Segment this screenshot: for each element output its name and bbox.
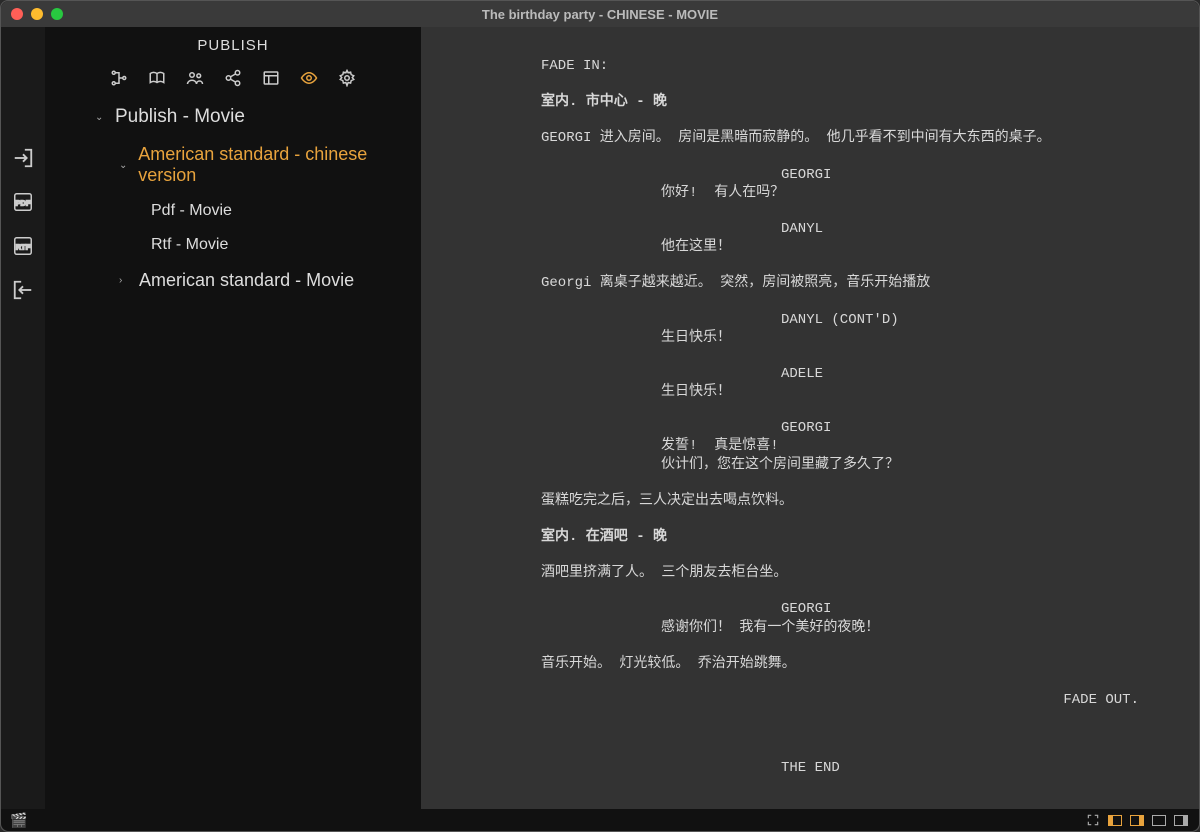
- svg-text:PDF: PDF: [16, 199, 31, 208]
- publish-tree: ⌄ Publish - Movie ⌄ American standard - …: [45, 98, 421, 299]
- dialogue-line: 生日快乐！: [661, 383, 1019, 401]
- svg-text:RTF: RTF: [16, 243, 31, 252]
- export-icon[interactable]: [10, 277, 36, 303]
- tree-item-label: Publish - Movie: [115, 106, 245, 128]
- sidebar: PUBLISH: [45, 27, 421, 809]
- dialogue-line: 他在这里！: [661, 238, 1019, 256]
- scene-heading: 室内. 市中心 - 晚: [541, 93, 1139, 111]
- layout-left-panel-icon[interactable]: [1107, 813, 1123, 827]
- character-cue: GEORGI: [781, 600, 1139, 618]
- character-cue: DANYL (CONT'D): [781, 311, 1139, 329]
- tree-item-label: American standard - chinese version: [138, 144, 411, 186]
- clapperboard-icon[interactable]: 🎬: [11, 813, 27, 827]
- window-close-button[interactable]: [11, 8, 23, 20]
- action-line: 酒吧里挤满了人。 三个朋友去柜台坐。: [541, 564, 1139, 582]
- tree-icon[interactable]: [109, 68, 129, 88]
- character-cue: GEORGI: [781, 419, 1139, 437]
- sidebar-title: PUBLISH: [45, 37, 421, 54]
- window-minimize-button[interactable]: [31, 8, 43, 20]
- character-cue: GEORGI: [781, 166, 1139, 184]
- book-icon[interactable]: [147, 68, 167, 88]
- layout-single-icon[interactable]: [1151, 813, 1167, 827]
- dialogue-line: 生日快乐！: [661, 329, 1019, 347]
- layout-right-panel-alt-icon[interactable]: [1173, 813, 1189, 827]
- dialogue-line: 发誓! 真是惊喜! 伙计们，您在这个房间里藏了多久了？: [661, 437, 1019, 473]
- character-cue: ADELE: [781, 365, 1139, 383]
- gear-icon[interactable]: [337, 68, 357, 88]
- dialogue-line: 你好! 有人在吗？: [661, 184, 1019, 202]
- eye-icon[interactable]: [299, 68, 319, 88]
- tree-item-label: Rtf - Movie: [151, 236, 228, 254]
- chevron-down-icon: ⌄: [95, 112, 107, 123]
- tree-item-label: Pdf - Movie: [151, 202, 232, 220]
- tree-item-pdf-movie[interactable]: Pdf - Movie: [45, 194, 421, 228]
- titlebar: The birthday party - CHINESE - MOVIE: [1, 1, 1199, 27]
- window-maximize-button[interactable]: [51, 8, 63, 20]
- rtf-icon[interactable]: RTF: [10, 233, 36, 259]
- screenplay-preview: FADE IN: 室内. 市中心 - 晚 GEORGI 进入房间。 房间是黑暗而…: [421, 27, 1199, 809]
- layout-icon[interactable]: [261, 68, 281, 88]
- statusbar: 🎬: [1, 809, 1199, 831]
- character-cue: DANYL: [781, 220, 1139, 238]
- action-line: Georgi 离桌子越来越近。 突然，房间被照亮，音乐开始播放: [541, 274, 1139, 292]
- action-line: 蛋糕吃完之后，三人决定出去喝点饮料。: [541, 492, 1139, 510]
- left-rail: PDF RTF: [1, 27, 45, 809]
- people-icon[interactable]: [185, 68, 205, 88]
- fade-out: FADE OUT.: [481, 691, 1139, 709]
- the-end: THE END: [781, 759, 1139, 777]
- tree-item-publish-movie[interactable]: ⌄ Publish - Movie: [45, 98, 421, 136]
- layout-right-panel-icon[interactable]: [1129, 813, 1145, 827]
- fullscreen-icon[interactable]: [1085, 813, 1101, 827]
- action-line: 音乐开始。 灯光较低。 乔治开始跳舞。: [541, 655, 1139, 673]
- dialogue-line: 感谢你们！ 我有一个美好的夜晚！: [661, 619, 1019, 637]
- pdf-icon[interactable]: PDF: [10, 189, 36, 215]
- tree-item-label: American standard - Movie: [139, 270, 354, 291]
- tree-item-american-standard-chinese[interactable]: ⌄ American standard - chinese version: [45, 136, 421, 194]
- window-title: The birthday party - CHINESE - MOVIE: [1, 7, 1199, 22]
- import-icon[interactable]: [10, 145, 36, 171]
- sidebar-toolbar: [45, 62, 421, 98]
- action-line: GEORGI 进入房间。 房间是黑暗而寂静的。 他几乎看不到中间有大东西的桌子。: [541, 129, 1139, 147]
- share-icon[interactable]: [223, 68, 243, 88]
- tree-item-american-standard-movie[interactable]: › American standard - Movie: [45, 262, 421, 299]
- fade-in: FADE IN:: [541, 57, 1139, 75]
- scene-heading: 室内. 在酒吧 - 晚: [541, 528, 1139, 546]
- tree-item-rtf-movie[interactable]: Rtf - Movie: [45, 228, 421, 262]
- chevron-down-icon: ⌄: [119, 160, 130, 171]
- chevron-right-icon: ›: [119, 275, 131, 286]
